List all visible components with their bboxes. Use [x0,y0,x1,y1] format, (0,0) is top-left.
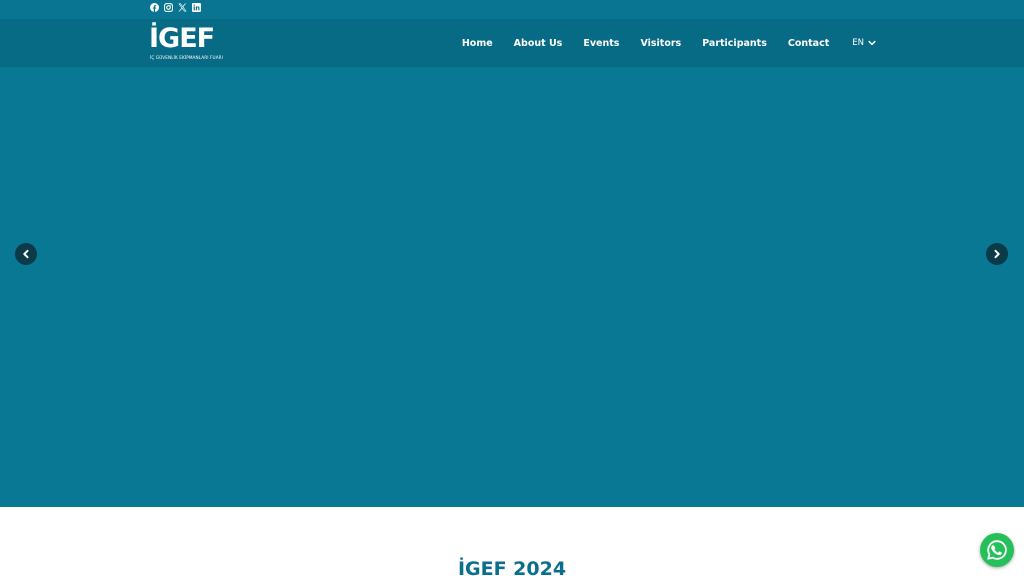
nav-contact[interactable]: Contact [788,38,829,49]
whatsapp-icon [987,540,1007,560]
social-links [150,3,201,12]
nav-events[interactable]: Events [583,38,619,49]
intro-section: İGEF 2024 [0,507,1024,576]
chevron-down-icon [868,40,876,46]
top-bar [0,0,1024,19]
slider-prev-button[interactable] [15,243,37,265]
section-title: İGEF 2024 [457,558,567,576]
linkedin-icon[interactable] [192,3,201,12]
site-logo[interactable]: İGEF İÇ GÜVENLİK EKİPMANLARI FUARI [149,24,229,64]
slider-next-button[interactable] [986,243,1008,265]
chevron-right-icon [994,249,1000,259]
nav-about-us[interactable]: About Us [514,38,563,49]
logo-wordmark: İGEF [149,23,215,54]
logo-subtitle: İÇ GÜVENLİK EKİPMANLARI FUARI [150,55,224,60]
nav-participants[interactable]: Participants [702,38,767,49]
chevron-left-icon [23,249,29,259]
primary-nav: Home About Us Events Visitors Participan… [441,19,876,67]
instagram-icon[interactable] [164,3,173,12]
main-navbar: İGEF İÇ GÜVENLİK EKİPMANLARI FUARI Home … [0,19,1024,67]
x-icon[interactable] [178,3,187,12]
facebook-icon[interactable] [150,3,159,12]
language-label: EN [852,38,864,48]
nav-visitors[interactable]: Visitors [640,38,681,49]
hero-slider [0,67,1024,507]
whatsapp-button[interactable] [980,533,1014,567]
language-selector[interactable]: EN [852,38,876,48]
nav-home[interactable]: Home [462,38,493,49]
